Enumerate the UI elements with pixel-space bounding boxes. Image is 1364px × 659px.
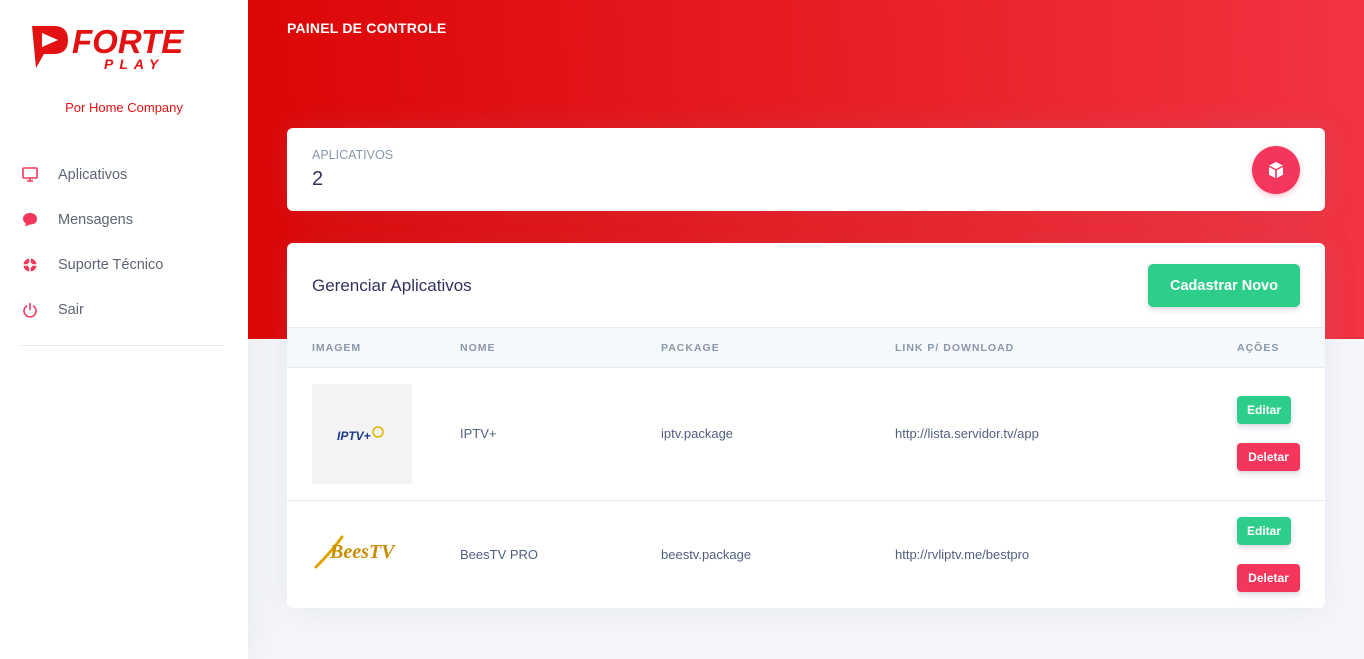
app-name: BeesTV PRO [460,547,539,562]
sidebar-item-label: Sair [58,301,84,318]
stat-label: APLICATIVOS [312,148,394,162]
sidebar-divider [21,345,224,346]
sidebar-item-label: Mensagens [58,211,133,228]
cadastrar-novo-button[interactable]: Cadastrar Novo [1148,264,1300,307]
table-row: IPTV+ IPTV+ iptv.package http://lista.se… [287,368,1325,501]
lifebuoy-icon [21,256,38,273]
apps-table-card: Gerenciar Aplicativos Cadastrar Novo IMA… [287,243,1325,608]
chat-bubble-icon [21,211,38,228]
company-name: Por Home Company [65,100,183,115]
box-icon [1252,146,1300,194]
sidebar-nav: Aplicativos Mensagens Suporte Técnico Sa… [0,152,248,332]
sidebar-item-label: Suporte Técnico [58,256,164,273]
app-name: IPTV+ [460,426,497,441]
app-package: beestv.package [661,547,752,562]
power-icon [21,301,38,318]
svg-text:IPTV+: IPTV+ [337,429,371,443]
svg-text:FORTE: FORTE [72,23,184,60]
sidebar-item-label: Aplicativos [58,166,128,183]
card-title: Gerenciar Aplicativos [312,276,472,295]
editar-button[interactable]: Editar [1237,517,1291,545]
sidebar-item-suporte[interactable]: Suporte Técnico [0,242,248,287]
deletar-button[interactable]: Deletar [1237,564,1300,592]
deletar-button[interactable]: Deletar [1237,443,1300,471]
table-row: BeesTV BeesTV PRO beestv.package http://… [287,501,1325,608]
sidebar: FORTE PLAY Por Home Company Aplicativos … [0,0,248,659]
page-title: PAINEL DE CONTROLE [287,20,447,36]
column-header-package: PACKAGE [661,342,720,354]
column-header-nome: NOME [460,342,496,354]
editar-button[interactable]: Editar [1237,396,1291,424]
column-header-imagem: IMAGEM [312,342,362,354]
stat-value: 2 [312,168,324,190]
sidebar-item-mensagens[interactable]: Mensagens [0,197,248,242]
app-download-link[interactable]: http://lista.servidor.tv/app [895,426,1039,441]
app-image: BeesTV [312,529,412,574]
app-image: IPTV+ [312,384,412,484]
stat-card-aplicativos: APLICATIVOS 2 [287,128,1325,211]
monitor-icon [21,166,38,183]
column-header-acoes: AÇÕES [1237,342,1280,354]
app-download-link[interactable]: http://rvliptv.me/bestpro [895,547,1029,562]
table-header: IMAGEM NOME PACKAGE LINK P/ DOWNLOAD AÇÕ… [287,327,1325,368]
sidebar-item-sair[interactable]: Sair [0,287,248,332]
forte-play-logo[interactable]: FORTE PLAY [28,22,218,74]
app-package: iptv.package [661,426,734,441]
svg-text:BeesTV: BeesTV [329,541,396,563]
column-header-link: LINK P/ DOWNLOAD [895,342,1015,354]
sidebar-item-aplicativos[interactable]: Aplicativos [0,152,248,197]
svg-text:PLAY: PLAY [104,56,164,72]
